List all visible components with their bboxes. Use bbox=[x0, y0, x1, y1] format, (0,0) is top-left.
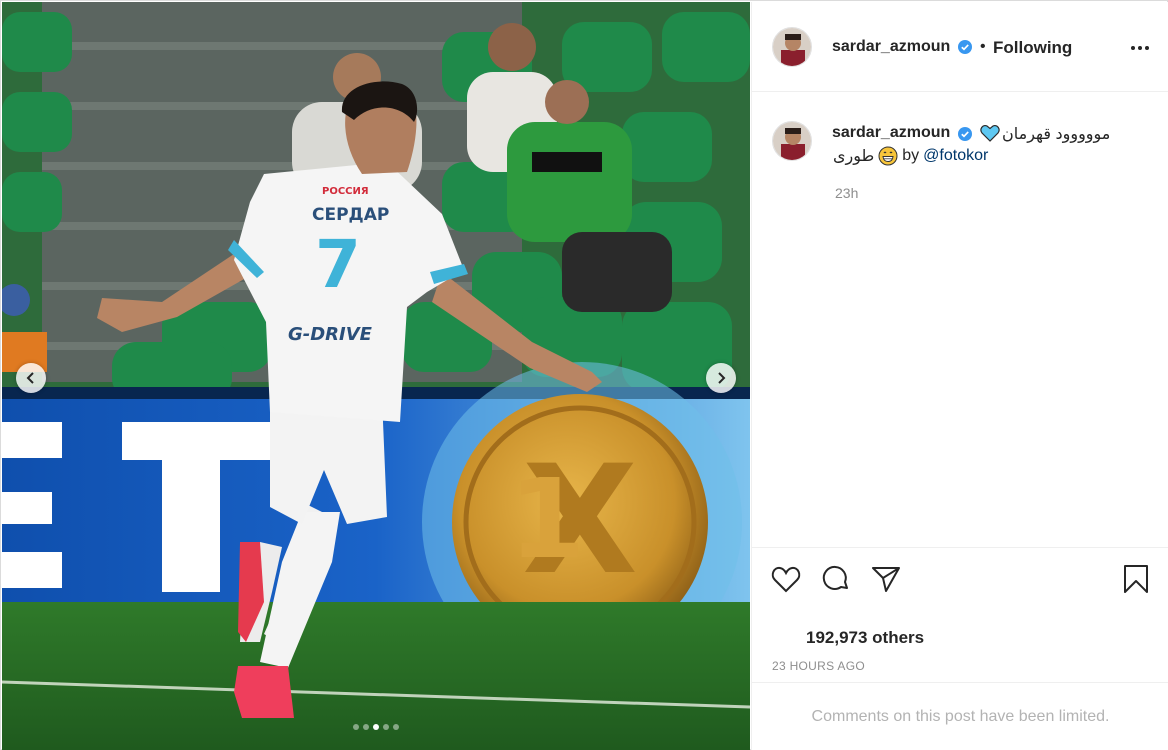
following-button[interactable]: Following bbox=[993, 38, 1072, 58]
post-media[interactable]: X 1 СЕРДАР 7 G-DRIVE РОССИЯ bbox=[2, 2, 750, 750]
chevron-right-icon bbox=[718, 372, 726, 384]
comments-section: Comments on this post have been limited. bbox=[752, 682, 1168, 750]
profile-photo bbox=[773, 122, 811, 160]
like-button[interactable] bbox=[771, 564, 801, 594]
comments-limited-notice: Comments on this post have been limited. bbox=[811, 707, 1110, 725]
comment-button[interactable] bbox=[821, 564, 851, 594]
profile-photo bbox=[773, 28, 811, 66]
share-button[interactable] bbox=[871, 564, 901, 594]
chevron-left-icon bbox=[26, 372, 34, 384]
verified-badge-icon bbox=[958, 40, 972, 54]
likes-count[interactable]: 192,973 others bbox=[806, 628, 924, 648]
carousel-dot bbox=[353, 724, 359, 730]
carousel-dot bbox=[383, 724, 389, 730]
grinning-face-emoji-icon bbox=[878, 146, 898, 166]
svg-text:РОССИЯ: РОССИЯ bbox=[322, 186, 369, 197]
caption-avatar[interactable] bbox=[772, 121, 812, 161]
speech-bubble-icon bbox=[822, 565, 848, 590]
caption: sardar_azmoun مووووود قهرمان طوری by @fo… bbox=[752, 93, 1168, 547]
post-header: sardar_azmoun • Following bbox=[752, 2, 1168, 92]
svg-text:1: 1 bbox=[509, 455, 586, 583]
bookmark-icon bbox=[1124, 565, 1148, 593]
heart-outline-icon bbox=[771, 566, 801, 593]
more-options-button[interactable] bbox=[1128, 38, 1152, 58]
caption-by-label: by bbox=[902, 147, 920, 164]
carousel-dot-active bbox=[373, 724, 379, 730]
previous-slide-button[interactable] bbox=[16, 363, 46, 393]
svg-text:СЕРДАР: СЕРДАР bbox=[312, 205, 389, 225]
caption-text-line2: طوری by @fotokor bbox=[833, 146, 988, 166]
save-button[interactable] bbox=[1121, 564, 1151, 594]
svg-text:7: 7 bbox=[315, 226, 361, 303]
header-username[interactable]: sardar_azmoun bbox=[832, 38, 950, 56]
caption-text-line1: مووووود قهرمان bbox=[1002, 126, 1111, 143]
caption-timestamp[interactable]: 23h bbox=[835, 185, 858, 201]
paper-plane-icon bbox=[872, 567, 900, 592]
blue-heart-emoji-icon bbox=[980, 124, 1000, 142]
more-dots-icon bbox=[1131, 46, 1149, 50]
verified-badge-icon bbox=[958, 127, 972, 141]
caption-username[interactable]: sardar_azmoun bbox=[832, 124, 950, 142]
post-dialog: X 1 СЕРДАР 7 G-DRIVE РОССИЯ sardar_azmou… bbox=[0, 0, 1168, 750]
post-side-panel: sardar_azmoun • Following sardar_azmoun … bbox=[751, 2, 1168, 750]
carousel-dot bbox=[363, 724, 369, 730]
caption-text-rtl: طوری bbox=[833, 148, 875, 165]
next-slide-button[interactable] bbox=[706, 363, 736, 393]
mention-link[interactable]: @fotokor bbox=[923, 147, 988, 165]
post-photo: X 1 СЕРДАР 7 G-DRIVE РОССИЯ bbox=[2, 2, 750, 750]
header-separator: • bbox=[980, 38, 986, 55]
carousel-indicator bbox=[2, 724, 750, 730]
action-bar bbox=[752, 547, 1168, 607]
svg-text:G-DRIVE: G-DRIVE bbox=[288, 324, 373, 345]
carousel-dot bbox=[393, 724, 399, 730]
avatar[interactable] bbox=[772, 27, 812, 67]
post-timestamp[interactable]: 23 HOURS AGO bbox=[772, 659, 865, 673]
